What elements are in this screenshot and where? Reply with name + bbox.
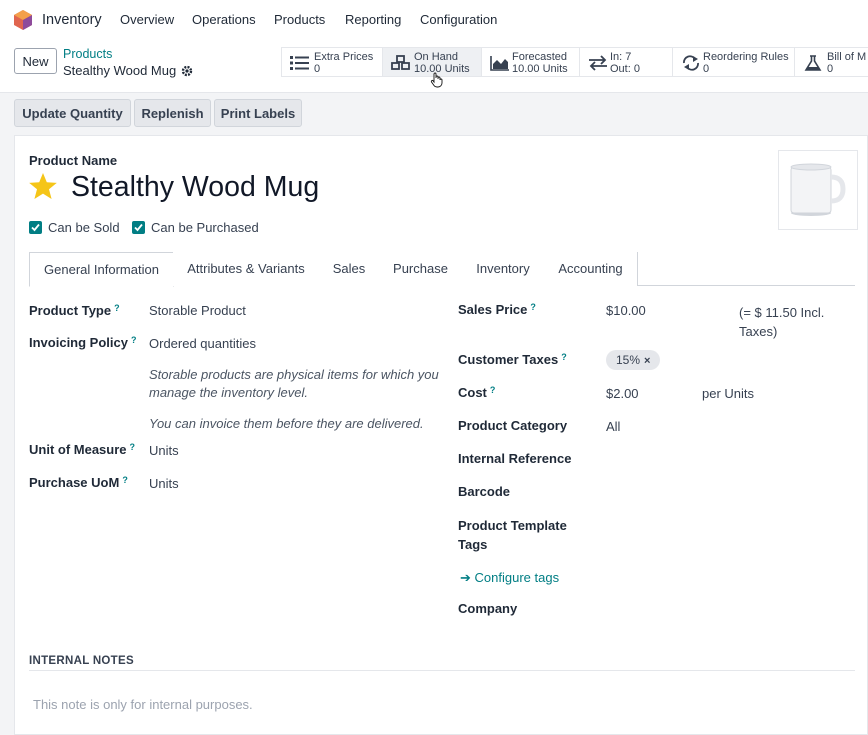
smart-button-forecasted[interactable]: Forecasted 10.00 Units: [481, 47, 580, 77]
sales-price-incl-taxes: (= $ 11.50 Incl. Taxes): [739, 305, 825, 339]
invoicing-policy-label: Invoicing Policy?: [29, 335, 137, 350]
company-label: Company: [458, 601, 518, 616]
help-tooltip-icon[interactable]: ?: [130, 442, 136, 452]
inventory-app-icon[interactable]: [14, 10, 32, 30]
can-be-purchased-label[interactable]: Can be Purchased: [151, 220, 259, 235]
barcode-label: Barcode: [458, 484, 511, 499]
cost-unit: per Units: [702, 386, 755, 401]
notes-divider: [29, 670, 855, 671]
purchase-uom-field[interactable]: Units: [149, 476, 179, 491]
area-chart-icon: [490, 56, 509, 71]
cubes-icon: [391, 55, 410, 70]
mug-image: [790, 163, 846, 216]
help-tooltip-icon[interactable]: ?: [490, 385, 496, 395]
tax-tag[interactable]: 15% ×: [606, 350, 661, 370]
cost-label: Cost?: [458, 385, 496, 400]
tab-general-information[interactable]: General Information: [29, 252, 174, 287]
menu-configuration[interactable]: Configuration: [420, 12, 497, 27]
internal-notes-field[interactable]: This note is only for internal purposes.: [33, 697, 253, 712]
sales-price-field[interactable]: $10.00: [606, 303, 646, 318]
smart-button-reordering-rules[interactable]: Reordering Rules 0: [672, 47, 795, 77]
unit-of-measure-field[interactable]: Units: [149, 443, 179, 458]
smart-button-label: Bill of M: [827, 51, 867, 63]
tab-inventory[interactable]: Inventory: [462, 252, 545, 286]
menu-reporting[interactable]: Reporting: [345, 12, 401, 27]
product-image[interactable]: [778, 150, 858, 230]
list-icon: [290, 56, 309, 70]
product-category-field[interactable]: All: [606, 419, 620, 434]
menu-overview[interactable]: Overview: [120, 12, 174, 27]
smart-button-value: Out: 0: [610, 63, 640, 75]
can-be-sold-checkbox[interactable]: [29, 221, 42, 234]
smart-button-label: On Hand: [414, 51, 459, 63]
help-tooltip-icon[interactable]: ?: [114, 303, 120, 313]
cost-field[interactable]: $2.00: [606, 386, 639, 401]
product-category-label: Product Category: [458, 418, 568, 433]
smart-button-value: 0: [314, 63, 321, 75]
help-tooltip-icon[interactable]: ?: [530, 302, 536, 312]
refresh-icon: [683, 55, 699, 71]
hand-cursor-icon: [430, 72, 443, 88]
can-be-sold-label[interactable]: Can be Sold: [48, 220, 120, 235]
invoice-policy-note: You can invoice them before they are del…: [149, 416, 424, 431]
help-tooltip-icon[interactable]: ?: [131, 335, 137, 345]
smart-button-extra-prices[interactable]: Extra Prices 0: [281, 47, 383, 77]
update-quantity-button[interactable]: Update Quantity: [14, 99, 131, 127]
internal-notes-heading: INTERNAL NOTES: [29, 655, 134, 667]
breadcrumb-current: Stealthy Wood Mug: [63, 63, 177, 78]
unit-of-measure-label: Unit of Measure?: [29, 442, 136, 457]
product-template-tags-label: Product Template Tags: [458, 518, 567, 552]
tab-purchase[interactable]: Purchase: [379, 252, 463, 286]
sales-price-label: Sales Price?: [458, 302, 536, 317]
smart-button-value: 0: [703, 63, 710, 75]
tab-sales[interactable]: Sales: [319, 252, 380, 286]
top-navbar: Inventory Overview Operations Products R…: [0, 0, 868, 41]
app-name[interactable]: Inventory: [42, 12, 102, 28]
gear-icon[interactable]: [181, 65, 193, 77]
menu-products[interactable]: Products: [274, 12, 325, 27]
purchase-uom-label: Purchase UoM?: [29, 475, 128, 490]
smart-button-bill-of-materials[interactable]: Bill of M 0: [794, 47, 868, 77]
new-button[interactable]: New: [14, 48, 57, 74]
product-name-field[interactable]: Stealthy Wood Mug: [71, 171, 319, 204]
product-form-sheet: Product Name Stealthy Wood Mug Can be So…: [14, 135, 868, 735]
configure-tags-link[interactable]: ➔ Configure tags: [460, 570, 559, 586]
tab-accounting[interactable]: Accounting: [544, 252, 638, 286]
favorite-star-icon[interactable]: [28, 172, 58, 201]
can-be-purchased-checkbox[interactable]: [132, 221, 145, 234]
replenish-button[interactable]: Replenish: [134, 99, 211, 127]
smart-button-value: 0: [827, 63, 834, 75]
exchange-icon: [589, 55, 607, 71]
smart-button-label: In: 7: [610, 51, 632, 63]
product-name-label: Product Name: [29, 153, 118, 168]
smart-button-label: Forecasted: [512, 51, 568, 63]
help-tooltip-icon[interactable]: ?: [122, 475, 128, 485]
smart-button-label: Extra Prices: [314, 51, 374, 63]
product-type-label: Product Type?: [29, 303, 120, 318]
remove-tag-icon[interactable]: ×: [644, 355, 650, 367]
smart-button-value: 10.00 Units: [512, 63, 568, 75]
flask-icon: [804, 55, 822, 71]
menu-operations[interactable]: Operations: [192, 12, 256, 27]
arrow-right-icon: ➔: [460, 570, 475, 585]
smart-button-label: Reordering Rules: [703, 51, 789, 63]
help-tooltip-icon[interactable]: ?: [561, 352, 567, 362]
breadcrumb-products-link[interactable]: Products: [63, 47, 112, 61]
product-type-field[interactable]: Storable Product: [149, 303, 246, 318]
storable-product-note: Storable products are physical items for…: [149, 367, 439, 400]
internal-reference-label: Internal Reference: [458, 451, 572, 466]
print-labels-button[interactable]: Print Labels: [214, 99, 302, 127]
smart-button-in-out[interactable]: In: 7 Out: 0: [579, 47, 673, 77]
tab-attributes-variants[interactable]: Attributes & Variants: [173, 252, 320, 286]
customer-taxes-label: Customer Taxes?: [458, 352, 567, 367]
invoicing-policy-field[interactable]: Ordered quantities: [149, 336, 256, 351]
